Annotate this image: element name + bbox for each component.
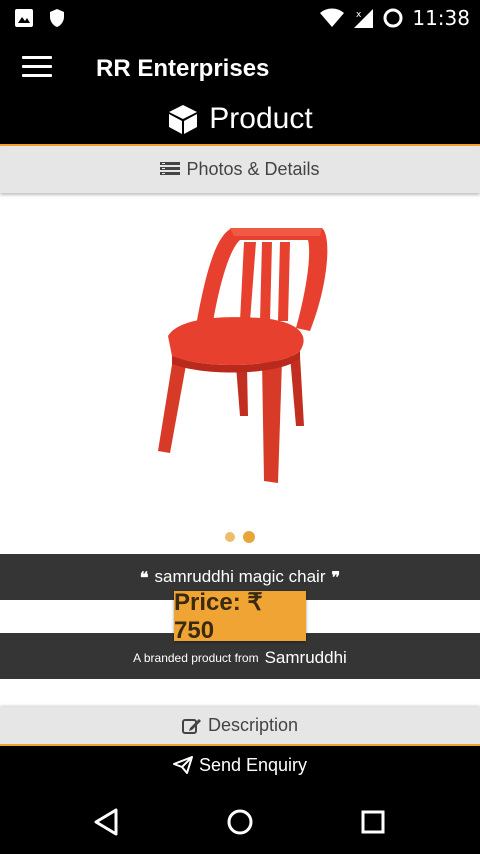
edit-icon	[181, 718, 201, 734]
brand-prefix: A branded product from	[133, 651, 259, 665]
open-quote-icon: ❝	[139, 567, 149, 587]
carousel-dot[interactable]	[225, 532, 235, 542]
image-icon	[15, 9, 33, 27]
paper-plane-icon	[172, 756, 193, 774]
data-saver-icon	[383, 8, 403, 28]
price-label: Price: ₹ 750	[174, 588, 263, 644]
app-bar: RR Enterprises Product	[0, 36, 480, 144]
page-header: Product	[0, 102, 480, 136]
hamburger-menu-icon[interactable]	[22, 56, 52, 82]
brand-name: Samruddhi	[264, 648, 347, 667]
carousel-dots	[0, 531, 480, 543]
list-icon	[160, 161, 181, 175]
description-label: Description	[207, 715, 299, 735]
carousel-dot-active[interactable]	[243, 531, 255, 543]
recents-icon[interactable]	[355, 804, 391, 840]
wifi-icon	[320, 8, 345, 27]
app-title: RR Enterprises	[96, 55, 270, 82]
send-enquiry-button[interactable]: Send Enquiry	[0, 746, 480, 784]
page-title: Product	[209, 102, 313, 135]
send-enquiry-label: Send Enquiry	[198, 754, 308, 775]
photos-details-label: Photos & Details	[186, 159, 320, 179]
svg-text:x: x	[356, 10, 362, 20]
chair-image	[158, 228, 328, 483]
system-nav-bar	[0, 784, 480, 854]
status-time: 11:38	[412, 6, 470, 30]
price-badge: Price: ₹ 750	[174, 589, 306, 644]
shield-icon	[50, 9, 64, 27]
product-name: samruddhi magic chair	[154, 567, 326, 586]
product-image-carousel[interactable]	[0, 196, 480, 526]
home-icon[interactable]	[222, 804, 258, 840]
cube-icon	[169, 105, 198, 134]
status-bar: x 11:38	[0, 0, 480, 36]
close-quote-icon: ❞	[331, 567, 341, 587]
photos-details-tab[interactable]: Photos & Details	[0, 146, 480, 193]
description-tab[interactable]: Description	[0, 707, 480, 744]
back-icon[interactable]	[88, 804, 124, 840]
signal-icon: x	[354, 9, 374, 28]
